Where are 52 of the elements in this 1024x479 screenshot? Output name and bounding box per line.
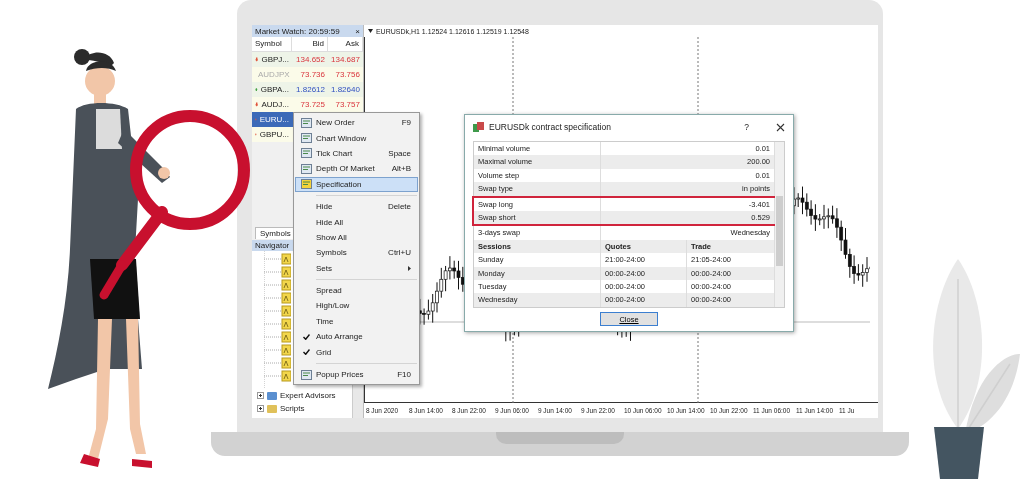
window-icon <box>300 163 312 174</box>
menu-item[interactable]: Time <box>295 313 418 330</box>
dropdown-icon[interactable] <box>367 29 373 33</box>
ask-cell: 134.687 <box>328 52 363 67</box>
submenu-arrow-icon <box>408 265 411 271</box>
menu-item[interactable]: High/Low <box>295 298 418 314</box>
menu-item[interactable]: Tick Chart Space <box>295 145 418 162</box>
symbol-cell[interactable]: GBPA... <box>252 82 292 97</box>
check-icon <box>302 349 310 356</box>
panel-title: Market Watch: 20:59:59 <box>255 26 340 36</box>
window-icon <box>300 179 312 190</box>
symbol-cell[interactable]: AUDJ... <box>252 97 292 112</box>
close-icon[interactable] <box>776 122 785 132</box>
menu-item[interactable]: Specification <box>295 176 418 192</box>
menu-item[interactable]: Grid <box>295 344 418 360</box>
ask-cell: 73.757 <box>328 97 363 112</box>
navigator-item[interactable]: Expert Advisors <box>252 389 352 402</box>
window-icon <box>300 369 312 380</box>
window-icon <box>300 148 312 159</box>
help-button[interactable]: ? <box>744 122 749 132</box>
symbol-cell[interactable]: GBPJ... <box>252 52 292 67</box>
menu-item[interactable]: Hide Delete <box>295 198 418 215</box>
symbol-cell[interactable]: GBPU... <box>252 127 292 142</box>
menu-item[interactable]: Auto Arrange <box>295 329 418 345</box>
bid-cell: 134.652 <box>292 52 328 67</box>
ask-cell: 73.756 <box>328 67 363 82</box>
expand-icon[interactable] <box>257 405 264 412</box>
menu-item[interactable]: Depth Of Market Alt+B <box>295 161 418 177</box>
menu-item[interactable]: Popup Prices F10 <box>295 366 418 383</box>
bid-cell: 73.725 <box>292 97 328 112</box>
menu-item[interactable]: Sets <box>295 260 418 276</box>
app-icon <box>473 122 484 132</box>
symbol-cell[interactable]: EURU... <box>252 112 292 127</box>
menu-item[interactable]: Hide All <box>295 214 418 230</box>
navigator-item[interactable]: Scripts <box>252 402 352 415</box>
up-arrow-icon <box>255 86 258 93</box>
window-icon <box>300 133 312 144</box>
bid-cell: 73.736 <box>292 67 328 82</box>
down-arrow-icon <box>255 101 259 108</box>
symbols-tab[interactable]: Symbols <box>255 227 296 239</box>
down-arrow-icon <box>255 56 259 63</box>
bid-cell: 1.82612 <box>292 82 328 97</box>
dialog-title: EURUSDk contract specification <box>489 122 612 132</box>
menu-item[interactable]: Chart Window <box>295 130 418 146</box>
menu-item[interactable]: New Order F9 <box>295 115 418 131</box>
scrollbar[interactable] <box>775 142 784 307</box>
ask-cell: 1.82640 <box>328 82 363 97</box>
expand-icon[interactable] <box>257 392 264 399</box>
close-button[interactable]: × <box>355 26 360 36</box>
check-icon <box>302 333 310 340</box>
menu-item[interactable]: Spread <box>295 282 418 299</box>
window-icon <box>300 117 312 128</box>
